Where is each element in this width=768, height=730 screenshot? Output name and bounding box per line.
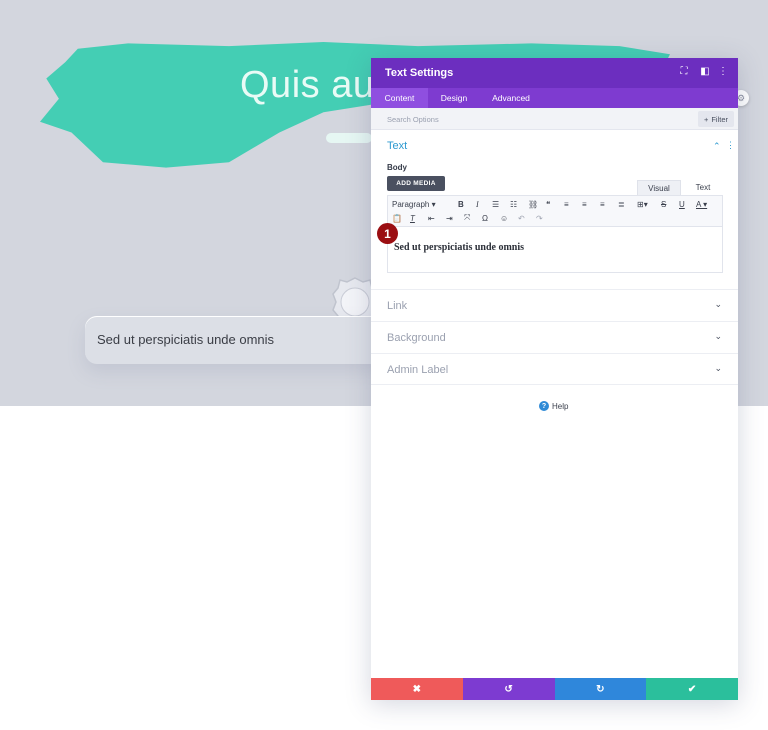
undo-icon: ↺ bbox=[504, 683, 513, 695]
plus-icon: + bbox=[703, 114, 709, 124]
undo-icon[interactable]: ↶ bbox=[518, 212, 525, 224]
hero-title: Quis au bbox=[240, 64, 375, 106]
modal-footer: ✖ ↺ ↻ ✔ bbox=[371, 678, 738, 700]
modal-header: Text Settings ⛶ ◧ ⋮ bbox=[371, 58, 738, 88]
section-title-text[interactable]: Text bbox=[387, 140, 407, 152]
paste-icon[interactable]: 📋 bbox=[392, 212, 402, 224]
bullet-list-icon[interactable]: ☰ bbox=[492, 198, 499, 210]
paragraph-select[interactable]: Paragraph ▾ bbox=[392, 198, 436, 210]
align-justify-icon[interactable]: ≣ bbox=[618, 198, 625, 210]
section-label: Link bbox=[387, 300, 408, 312]
paragraph-label: Paragraph bbox=[392, 199, 430, 209]
body-label: Body bbox=[387, 163, 407, 172]
blockquote-icon[interactable]: ❝ bbox=[546, 198, 550, 210]
editor-content-area[interactable]: Sed ut perspiciatis unde omnis bbox=[387, 227, 723, 273]
editor-toolbar: Paragraph ▾ B I ☰ ☷ ⛓ ❝ ≡ ≡ ≡ ≣ ⊞▾ S U A… bbox=[387, 195, 723, 227]
redo-button[interactable]: ↻ bbox=[554, 678, 647, 700]
tab-advanced[interactable]: Advanced bbox=[483, 88, 539, 108]
align-right-icon[interactable]: ≡ bbox=[600, 198, 605, 210]
modal-tabs: Content Design Advanced bbox=[371, 88, 738, 108]
expand-icon[interactable]: ⛶ bbox=[677, 66, 691, 77]
cancel-button[interactable]: ✖ bbox=[371, 678, 463, 700]
filter-button[interactable]: + Filter bbox=[697, 111, 734, 127]
tab-visual[interactable]: Visual bbox=[637, 180, 681, 195]
chevron-down-icon: ⌄ bbox=[714, 331, 722, 341]
help-icon: ? bbox=[539, 401, 549, 411]
editor-text: Sed ut perspiciatis unde omnis bbox=[394, 242, 525, 253]
tab-content[interactable]: Content bbox=[371, 88, 428, 108]
numbered-list-icon[interactable]: ☷ bbox=[510, 198, 517, 210]
redo-icon[interactable]: ↷ bbox=[536, 212, 543, 224]
settings-modal: Text Settings ⛶ ◧ ⋮ Content Design Advan… bbox=[371, 58, 738, 700]
more-options-icon[interactable]: ⋮ bbox=[716, 66, 730, 77]
indent-icon[interactable]: ⇥ bbox=[446, 212, 453, 224]
section-link[interactable]: Link ⌄ bbox=[371, 289, 738, 321]
undo-button[interactable]: ↺ bbox=[462, 678, 555, 700]
hero-button-placeholder bbox=[326, 133, 372, 143]
fullscreen-icon[interactable]: ⤧ bbox=[464, 212, 470, 224]
step-marker-badge: 1 bbox=[377, 223, 398, 244]
tab-text[interactable]: Text bbox=[681, 180, 725, 195]
add-media-button[interactable]: ADD MEDIA bbox=[387, 176, 445, 191]
bold-icon[interactable]: B bbox=[458, 198, 464, 210]
checkmark-icon: ✔ bbox=[687, 683, 697, 695]
chevron-down-icon: ⌄ bbox=[714, 363, 722, 373]
text-module-preview[interactable]: Sed ut perspiciatis unde omnis bbox=[85, 316, 385, 364]
help-label: Help bbox=[552, 401, 569, 411]
italic-icon[interactable]: I bbox=[476, 198, 479, 210]
split-view-icon[interactable]: ◧ bbox=[698, 66, 712, 77]
table-icon[interactable]: ⊞▾ bbox=[637, 198, 648, 210]
emoji-icon[interactable]: ☺ bbox=[500, 212, 508, 224]
section-label: Background bbox=[387, 332, 446, 344]
section-background[interactable]: Background ⌄ bbox=[371, 321, 738, 353]
text-module-preview-text: Sed ut perspiciatis unde omnis bbox=[97, 332, 275, 347]
underline-icon[interactable]: U bbox=[679, 198, 685, 210]
align-center-icon[interactable]: ≡ bbox=[582, 198, 587, 210]
chevron-down-icon: ⌄ bbox=[714, 299, 722, 309]
outdent-icon[interactable]: ⇤ bbox=[428, 212, 435, 224]
chevron-up-icon[interactable]: ⌃ bbox=[713, 141, 721, 152]
clear-format-icon[interactable]: T bbox=[410, 212, 415, 224]
text-color-icon[interactable]: A ▾ bbox=[696, 198, 707, 210]
tab-design[interactable]: Design bbox=[431, 88, 477, 108]
section-label: Admin Label bbox=[387, 364, 449, 376]
link-icon[interactable]: ⛓ bbox=[528, 198, 538, 210]
redo-icon: ↻ bbox=[596, 683, 605, 695]
filter-label: Filter bbox=[711, 114, 728, 124]
strikethrough-icon[interactable]: S bbox=[661, 198, 666, 210]
modal-title: Text Settings bbox=[385, 67, 454, 79]
search-options-bar[interactable]: Search Options + Filter bbox=[371, 108, 738, 130]
special-character-icon[interactable]: Ω bbox=[482, 212, 488, 224]
help-link[interactable]: ? Help bbox=[539, 401, 568, 411]
search-input[interactable]: Search Options bbox=[387, 115, 439, 124]
section-options-icon[interactable]: ⋮ bbox=[726, 140, 735, 151]
section-admin-label[interactable]: Admin Label ⌄ bbox=[371, 353, 738, 385]
align-left-icon[interactable]: ≡ bbox=[564, 198, 569, 210]
save-button[interactable]: ✔ bbox=[646, 678, 738, 700]
close-icon: ✖ bbox=[412, 683, 422, 695]
